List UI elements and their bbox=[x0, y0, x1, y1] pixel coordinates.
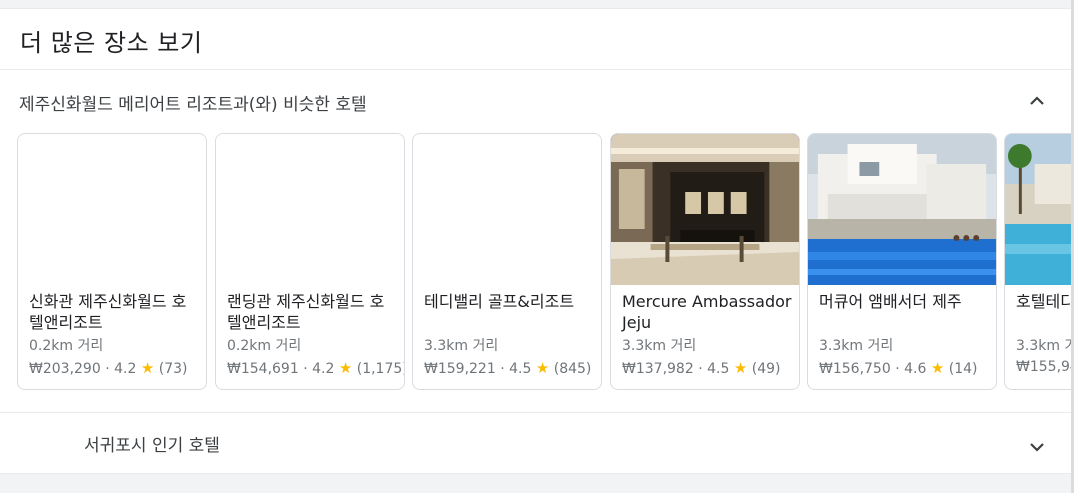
star-icon: ★ bbox=[733, 359, 748, 377]
hotel-distance: 3.3km 거리 bbox=[1016, 338, 1072, 354]
hotel-rating: 4.5 bbox=[509, 361, 532, 377]
chevron-down-icon bbox=[1030, 443, 1044, 452]
hotel-distance: 0.2km 거리 bbox=[227, 338, 302, 354]
hotel-card[interactable]: 호텔테디 3.3km 거리 ₩155,94 bbox=[1004, 133, 1072, 390]
hotel-image-placeholder bbox=[413, 134, 601, 285]
hotel-review-count: (845) bbox=[553, 361, 592, 377]
expand-section-button[interactable] bbox=[1025, 435, 1049, 459]
hotel-carousel[interactable]: 신화관 제주신화월드 호텔앤리조트 0.2km 거리 ₩203,290 · 4.… bbox=[17, 133, 1072, 390]
hotel-image-placeholder bbox=[18, 134, 206, 285]
hotel-distance: 3.3km 거리 bbox=[819, 338, 894, 354]
star-icon: ★ bbox=[338, 359, 353, 377]
more-places-panel: 더 많은 장소 보기 제주신화월드 메리어트 리조트과(와) 비슷한 호텔 신화… bbox=[0, 8, 1072, 474]
hotel-rating: 4.5 bbox=[707, 361, 730, 377]
hotel-rating: 4.2 bbox=[312, 361, 335, 377]
hotel-price-rating: ₩156,750 · 4.6 ★ (14) bbox=[819, 359, 978, 377]
hotel-review-count: (73) bbox=[158, 361, 188, 377]
hotel-card[interactable]: 머큐어 앰배서더 제주 3.3km 거리 ₩156,750 · 4.6 ★ (1… bbox=[807, 133, 997, 390]
hotel-distance: 3.3km 거리 bbox=[622, 338, 697, 354]
hotel-name: 테디밸리 골프&리조트 bbox=[424, 292, 575, 311]
hotel-rating: 4.2 bbox=[114, 361, 137, 377]
hotel-price: ₩203,290 bbox=[29, 361, 101, 377]
star-icon: ★ bbox=[140, 359, 155, 377]
hotel-price-rating: ₩137,982 · 4.5 ★ (49) bbox=[622, 359, 781, 377]
hotel-price: ₩137,982 bbox=[622, 361, 694, 377]
star-icon: ★ bbox=[930, 359, 945, 377]
chevron-up-icon bbox=[1030, 96, 1044, 105]
hotel-rating: 4.6 bbox=[904, 361, 927, 377]
hotel-card[interactable]: 신화관 제주신화월드 호텔앤리조트 0.2km 거리 ₩203,290 · 4.… bbox=[17, 133, 207, 390]
popular-hotels-section-title[interactable]: 서귀포시 인기 호텔 bbox=[84, 431, 220, 456]
divider bbox=[0, 412, 1072, 413]
hotel-card[interactable]: Mercure Ambassador Jeju 3.3km 거리 ₩137,98… bbox=[610, 133, 800, 390]
hotel-image-placeholder bbox=[216, 134, 404, 285]
hotel-pool-image bbox=[808, 134, 996, 285]
hotel-price: ₩155,94 bbox=[1016, 359, 1072, 375]
hotel-price-rating: ₩203,290 · 4.2 ★ (73) bbox=[29, 359, 188, 377]
hotel-name: Mercure Ambassador Jeju bbox=[622, 292, 792, 332]
hotel-price: ₩156,750 bbox=[819, 361, 891, 377]
hotel-review-count: (1,175) bbox=[356, 361, 405, 377]
hotel-card[interactable]: 테디밸리 골프&리조트 3.3km 거리 ₩159,221 · 4.5 ★ (8… bbox=[412, 133, 602, 390]
hotel-card[interactable]: 랜딩관 제주신화월드 호텔앤리조트 0.2km 거리 ₩154,691 · 4.… bbox=[215, 133, 405, 390]
hotel-distance: 0.2km 거리 bbox=[29, 338, 104, 354]
hotel-name: 신화관 제주신화월드 호텔앤리조트 bbox=[29, 292, 187, 332]
star-icon: ★ bbox=[535, 359, 550, 377]
hotel-price-rating: ₩155,94 bbox=[1016, 359, 1072, 375]
page-title: 더 많은 장소 보기 bbox=[20, 29, 203, 57]
hotel-name: 호텔테디 bbox=[1016, 292, 1072, 311]
hotel-lobby-image bbox=[611, 134, 799, 285]
hotel-price-rating: ₩159,221 · 4.5 ★ (845) bbox=[424, 359, 592, 377]
collapse-section-button[interactable] bbox=[1025, 89, 1049, 113]
hotel-name: 랜딩관 제주신화월드 호텔앤리조트 bbox=[227, 292, 385, 332]
divider bbox=[0, 69, 1072, 70]
hotel-distance: 3.3km 거리 bbox=[424, 338, 499, 354]
hotel-price: ₩159,221 bbox=[424, 361, 496, 377]
hotel-review-count: (49) bbox=[751, 361, 781, 377]
resort-pool-image bbox=[1005, 134, 1072, 285]
similar-hotels-section-title[interactable]: 제주신화월드 메리어트 리조트과(와) 비슷한 호텔 bbox=[19, 90, 367, 115]
hotel-name: 머큐어 앰배서더 제주 bbox=[819, 292, 962, 311]
hotel-price-rating: ₩154,691 · 4.2 ★ (1,175) bbox=[227, 359, 405, 377]
hotel-review-count: (14) bbox=[948, 361, 978, 377]
hotel-price: ₩154,691 bbox=[227, 361, 299, 377]
